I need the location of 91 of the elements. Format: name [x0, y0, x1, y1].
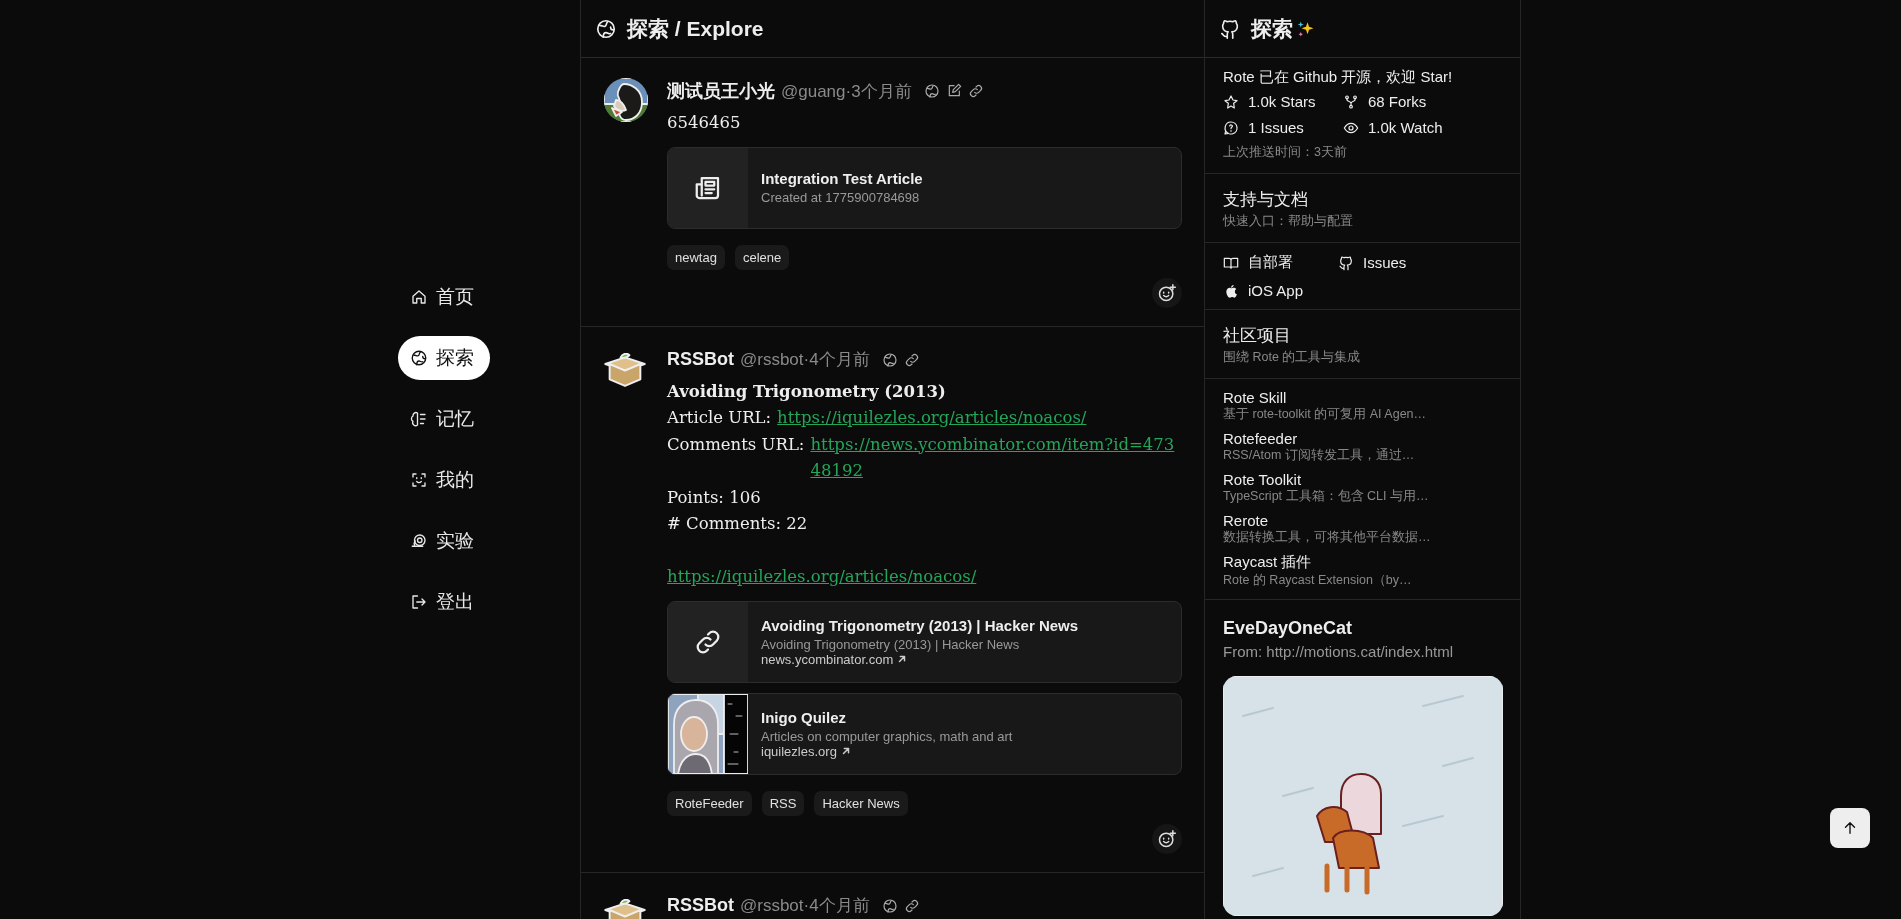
doc-link[interactable]: iOS App — [1223, 282, 1338, 299]
doc-link[interactable]: Issues — [1338, 253, 1502, 272]
card-subtitle: Avoiding Trigonometry (2013) | Hacker News — [761, 636, 1021, 652]
project-description: 数据转换工具，可将其他平台数据… — [1223, 529, 1432, 546]
push-time: 上次推送时间：3天前 — [1223, 144, 1348, 161]
url-link[interactable]: https://iquilezles.org/articles/noacos/ — [667, 567, 977, 586]
link-label: Comments URL: — [667, 433, 805, 456]
url-link[interactable]: https://news.ycombinator.com/item?id=47348192 — [810, 431, 1182, 485]
section-subtitle: 快速入口：帮助与配置 — [1223, 213, 1354, 230]
globe-icon — [410, 349, 428, 367]
card-domain: iquilezles.org — [761, 743, 837, 759]
card-title: Avoiding Trigonometry (2013) | Hacker News — [761, 616, 1079, 634]
post-text: 6546465 — [667, 112, 742, 134]
brain-icon — [410, 410, 428, 428]
cat-logo-icon — [1338, 254, 1354, 271]
scroll-top-button[interactable] — [1830, 808, 1870, 848]
box-icon — [604, 352, 646, 387]
project-link[interactable]: Rerote — [1223, 512, 1502, 529]
external-link-icon — [840, 746, 851, 756]
cat-source: From: http://motions.cat/index.html — [1223, 643, 1455, 660]
card-domain: news.ycombinator.com — [761, 651, 894, 667]
repo-intro: Rote 已在 Github 开源，欢迎 Star! — [1223, 68, 1454, 87]
post-meta: @guang·3个月前 — [781, 80, 912, 103]
link-card[interactable]: Avoiding Trigonometry (2013) | Hacker News Avoiding Trigonometry (2013) | Hacker News news.ycombinator.com — [667, 600, 1182, 683]
home-icon — [410, 288, 428, 306]
tag[interactable]: newtag — [667, 244, 725, 270]
repo-stat[interactable]: 1 Issues — [1223, 119, 1343, 136]
card-title: Inigo Quilez — [761, 708, 847, 726]
github-icon — [1219, 17, 1241, 40]
project-link[interactable]: Raycast 插件 — [1223, 553, 1502, 572]
tag[interactable]: Hacker News — [814, 790, 908, 816]
nav-item[interactable]: 探索 — [398, 336, 490, 380]
nav-item[interactable]: 我的 — [398, 458, 490, 502]
card-subtitle: Articles on computer graphics, math and art — [761, 728, 1013, 744]
doc-link[interactable]: 自部署 — [1223, 253, 1338, 272]
post-title: Avoiding Trigonometry (2013) — [667, 380, 947, 403]
link-icon[interactable] — [967, 83, 984, 99]
tag[interactable]: celene — [734, 244, 790, 270]
globe-icon[interactable] — [881, 897, 898, 914]
author-name[interactable]: RSSBot — [667, 895, 734, 916]
section-title: 社区项目 — [1223, 325, 1292, 347]
logout-icon — [410, 593, 428, 611]
post-text: Points: 106 — [667, 486, 762, 509]
repo-stat[interactable]: 68 Forks — [1343, 93, 1502, 110]
globe-icon[interactable] — [923, 83, 940, 99]
link-card[interactable]: Integration Test Article Created at 1775900784698 — [667, 146, 1182, 229]
tag[interactable]: RoteFeeder — [667, 790, 752, 816]
sidebar-title: 探索 — [1251, 15, 1293, 42]
star-icon — [1223, 93, 1239, 110]
link-icon[interactable] — [903, 897, 920, 914]
globe-icon — [595, 17, 617, 40]
card-subtitle: Created at 1775900784698 — [761, 190, 921, 205]
add-reaction-button[interactable] — [1152, 277, 1182, 308]
project-description: TypeScript 工具箱：包含 CLI 与用… — [1223, 488, 1430, 505]
post-meta: @rssbot·4个月前 — [740, 895, 870, 917]
cat-title: EveDayOneCat — [1223, 618, 1354, 639]
project-link[interactable]: Rote Skill — [1223, 389, 1502, 406]
tag[interactable]: RSS — [761, 790, 805, 816]
smiley-plus-icon — [1157, 828, 1177, 849]
smiley-plus-icon — [1157, 282, 1177, 303]
author-name[interactable]: 测试员王小光 — [667, 79, 775, 103]
add-reaction-button[interactable] — [1152, 823, 1182, 854]
nav-item[interactable]: 实验 — [398, 519, 490, 563]
face-scan-icon — [410, 471, 428, 489]
nav-item[interactable]: 首页 — [398, 275, 490, 319]
post-meta: @rssbot·4个月前 — [740, 349, 870, 371]
repo-stat[interactable]: 1.0k Stars — [1223, 93, 1343, 110]
external-link-icon — [897, 654, 908, 664]
post-text: # Comments: 22 — [667, 513, 809, 535]
project-description: 基于 rote-toolkit 的可复用 AI Agen… — [1223, 406, 1428, 423]
project-link[interactable]: Rote Toolkit — [1223, 471, 1502, 488]
section-title: 支持与文档 — [1223, 189, 1309, 211]
fork-icon — [1343, 93, 1359, 110]
project-description: RSS/Atom 订阅转发工具，通过… — [1223, 447, 1416, 464]
feed-title: 探索 / Explore — [627, 15, 764, 42]
link-card[interactable]: Inigo Quilez Articles on computer graphics, math and art iquilezles.org — [667, 692, 1182, 775]
nav-item[interactable]: 记忆 — [398, 397, 490, 441]
nav-item[interactable]: 登出 — [398, 580, 490, 624]
project-description: Rote 的 Raycast Extension（by… — [1223, 572, 1413, 589]
globe-icon[interactable] — [881, 351, 898, 368]
question-icon — [1223, 119, 1239, 136]
snail-icon — [410, 532, 428, 550]
url-link[interactable]: https://iquilezles.org/articles/noacos/ — [777, 405, 1182, 432]
link-label: Article URL: — [667, 407, 772, 429]
repo-stat[interactable]: 1.0k Watch — [1343, 119, 1502, 136]
card-title: Integration Test Article — [761, 170, 923, 187]
project-link[interactable]: Rotefeeder — [1223, 430, 1502, 447]
sparkles-icon — [1297, 19, 1315, 38]
section-subtitle: 围绕 Rote 的工具与集成 — [1223, 349, 1362, 366]
link-icon[interactable] — [903, 351, 920, 368]
author-name[interactable]: RSSBot — [667, 349, 734, 370]
